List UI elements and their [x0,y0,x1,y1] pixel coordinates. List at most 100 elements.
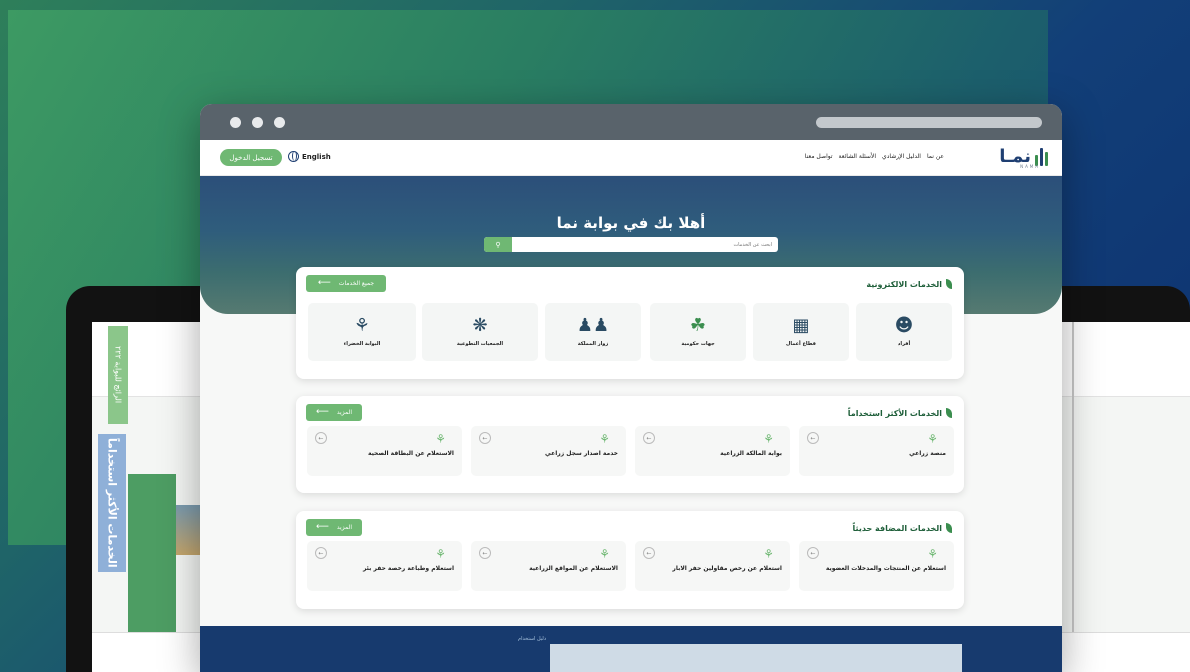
most-used-card: الخدمات الأكثر استخداماً ⟵ المزيد ⚘ ← من… [296,396,964,493]
leaf-icon [946,523,952,533]
nav-links: عن نما الدليل الإرشادي الأسئلة الشائعة ت… [805,153,944,160]
arrow-left-icon: ⟵ [316,407,329,417]
service-label: بوابة المالكة الزراعية [720,450,782,457]
more-label: المزيد [336,524,352,531]
service-tile[interactable]: ⚘ ← منصة زراعي [799,426,954,476]
nav-link-about[interactable]: عن نما [927,153,944,160]
arrow-circle-icon[interactable]: ← [315,432,327,444]
logo-bars-icon [1035,147,1048,166]
section-title: الخدمات الالكترونية [866,279,952,289]
service-tile[interactable]: ⚘ ← خدمة اصدار سجل زراعي [471,426,626,476]
service-label: الاستعلام عن البطاقة الصحية [367,450,454,457]
search-input[interactable] [512,237,772,252]
arrow-circle-icon[interactable]: ← [643,547,655,559]
search-icon: ⚲ [495,240,501,249]
arrow-circle-icon[interactable]: ← [807,432,819,444]
search-bar: ⚲ [484,237,778,252]
category-green-portal[interactable]: ⚘ البوابة الخضراء [308,303,416,361]
window-dot-3 [274,117,285,128]
service-label: استعلام وطباعة رخصة حفر بئر [362,565,454,572]
language-switch[interactable]: English [288,151,331,162]
visitors-icon: ♟♟ [576,315,610,336]
leaf-icon [946,408,952,418]
background-laptop-divider [1072,322,1074,672]
service-label: خدمة اصدار سجل زراعي [545,450,618,457]
plant-icon: ⚘ [927,547,938,561]
background-green-block [128,474,176,632]
category-volunteer[interactable]: ❋ الجمعيات التطوعية [422,303,538,361]
category-business[interactable]: ▦ قطاع أعمال [753,303,849,361]
green-portal-icon: ⚘ [353,315,371,336]
service-label: الاستعلام عن المواقع الزراعية [529,565,618,572]
globe-icon [288,151,299,162]
service-tile[interactable]: ⚘ ← الاستعلام عن البطاقة الصحية [307,426,462,476]
palm-emblem-icon: ☘ [689,315,707,336]
arrow-circle-icon[interactable]: ← [479,432,491,444]
category-individuals[interactable]: ☻ أفراد [856,303,952,361]
section-title: الخدمات الأكثر استخداماً [848,408,952,418]
plant-icon: ⚘ [435,432,446,446]
more-button[interactable]: ⟵ المزيد [306,519,362,536]
plant-icon: ⚘ [927,432,938,446]
service-tile[interactable]: ⚘ ← استعلام عن المنتجات والمدخلات العضوي… [799,541,954,591]
arrow-circle-icon[interactable]: ← [807,547,819,559]
most-used-title: الخدمات الأكثر استخداماً [847,408,942,418]
browser-titlebar [200,104,1062,140]
category-government[interactable]: ☘ جهات حكومية [650,303,746,361]
service-label: استعلام عن رخص مقاولين حفر الابار [672,565,782,572]
section-title: الخدمات المضافة حديثاً [853,523,952,533]
nav-link-contact[interactable]: تواصل معنا [805,153,833,160]
category-label: الجمعيات التطوعية [456,341,504,347]
eservices-title: الخدمات الالكترونية [866,279,942,289]
arrow-left-icon: ⟵ [316,522,329,532]
plant-icon: ⚘ [435,547,446,561]
category-label: جهات حكومية [681,341,715,347]
hero-title: أهلا بك في بوابة نما [556,214,706,232]
footer-label: دليل استخدام [518,636,547,642]
eservices-card: الخدمات الالكترونية ⟵ جميع الخدمات ☻ أفر… [296,267,964,379]
address-bar[interactable] [816,117,1042,128]
window-dot-2 [252,117,263,128]
category-visitors[interactable]: ♟♟ زوار المملكة [545,303,641,361]
background-photo [176,505,202,555]
service-tile[interactable]: ⚘ ← استعلام عن رخص مقاولين حفر الابار [635,541,790,591]
more-button[interactable]: ⟵ المزيد [306,404,362,421]
category-label: البوابة الخضراء [343,341,381,347]
new-services-card: الخدمات المضافة حديثاً ⟵ المزيد ⚘ ← استع… [296,511,964,609]
footer-panel [550,644,962,672]
arrow-circle-icon[interactable]: ← [643,432,655,444]
network-icon: ❋ [472,315,488,336]
plant-icon: ⚘ [599,547,610,561]
logo-subtitle: NAMA [1020,164,1040,169]
site-header: تسجيل الدخول English عن نما الدليل الإرش… [200,140,1062,176]
service-tile[interactable]: ⚘ ← بوابة المالكة الزراعية [635,426,790,476]
category-label: أفراد [897,341,911,347]
nav-link-guide[interactable]: الدليل الإرشادي [882,153,921,160]
background-blue-tab: الخدمات الأكثر استخداماً [98,434,126,572]
footer-band: دليل استخدام [200,626,1062,672]
new-services-title: الخدمات المضافة حديثاً [852,523,942,533]
browser-window: تسجيل الدخول English عن نما الدليل الإرش… [200,104,1062,672]
service-label: منصة زراعي [909,450,946,457]
search-button[interactable]: ⚲ [484,237,512,252]
arrow-circle-icon[interactable]: ← [479,547,491,559]
service-tile[interactable]: ⚘ ← استعلام وطباعة رخصة حفر بئر [307,541,462,591]
person-icon: ☻ [894,315,914,336]
window-dot-1 [230,117,241,128]
login-button[interactable]: تسجيل الدخول [220,149,282,166]
category-label: زوار المملكة [577,341,609,347]
category-label: قطاع أعمال [786,341,816,347]
plant-icon: ⚘ [763,547,774,561]
language-label: English [302,152,331,161]
nav-link-faq[interactable]: الأسئلة الشائعة [839,153,877,160]
all-services-button[interactable]: ⟵ جميع الخدمات [306,275,386,292]
service-label: استعلام عن المنتجات والمدخلات العضوية [825,565,946,572]
arrow-left-icon: ⟵ [317,278,331,288]
background-green-tab: الرائج للبوابة ٢٢٢ [108,326,128,424]
arrow-circle-icon[interactable]: ← [315,547,327,559]
leaf-icon [946,279,952,289]
all-services-label: جميع الخدمات [338,280,375,287]
service-tile[interactable]: ⚘ ← الاستعلام عن المواقع الزراعية [471,541,626,591]
plant-icon: ⚘ [599,432,610,446]
plant-icon: ⚘ [763,432,774,446]
